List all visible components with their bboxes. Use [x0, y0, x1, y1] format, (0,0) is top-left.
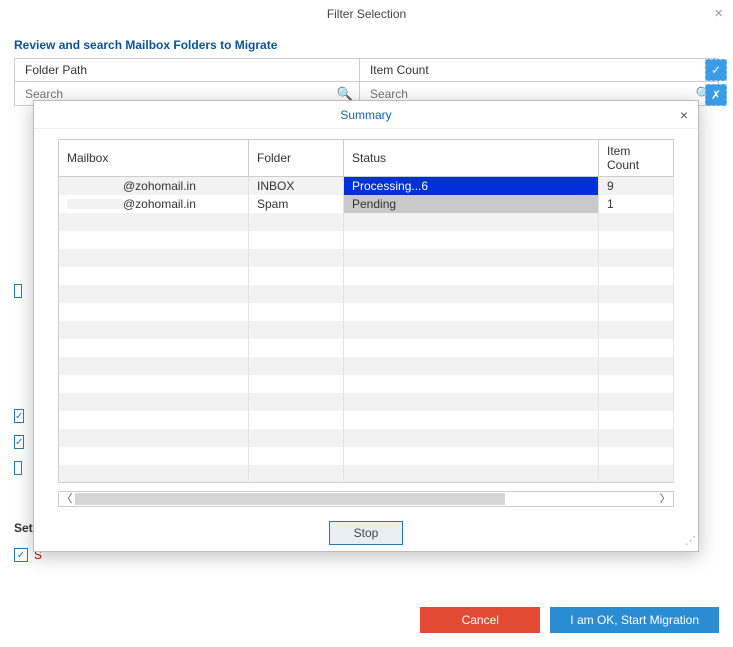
table-row[interactable]	[59, 303, 674, 321]
cancel-button[interactable]: Cancel	[420, 607, 540, 633]
col-item-count[interactable]: Item Count	[599, 140, 674, 177]
dialog-title: Summary	[340, 108, 391, 122]
close-icon[interactable]: ×	[714, 5, 723, 22]
status-text: Pending	[344, 195, 599, 213]
checkbox-s2[interactable]	[14, 548, 28, 562]
stop-button[interactable]: Stop	[329, 521, 403, 545]
table-row[interactable]	[59, 465, 674, 483]
col-mailbox[interactable]: Mailbox	[59, 140, 249, 177]
set-label: Set o	[14, 521, 34, 535]
col-status[interactable]: Status	[344, 140, 599, 177]
col-folder[interactable]: Folder	[249, 140, 344, 177]
mailbox-text: @zohomail.in	[123, 197, 196, 211]
deselect-all-icon[interactable]: ✗	[705, 84, 727, 106]
table-row[interactable]	[59, 285, 674, 303]
folder-text: INBOX	[249, 177, 344, 195]
checkbox-e2[interactable]	[14, 435, 24, 449]
redacted	[67, 182, 123, 192]
summary-table: Mailbox Folder Status Item Count @zohoma…	[58, 139, 674, 483]
status-text: Processing...6	[344, 177, 599, 195]
section-heading: Review and search Mailbox Folders to Mig…	[0, 28, 733, 58]
checkbox-d[interactable]	[14, 284, 22, 298]
table-row[interactable]	[59, 249, 674, 267]
checkbox-s[interactable]	[14, 461, 22, 475]
table-row[interactable]: @zohomail.in SpamPending1	[59, 195, 674, 213]
table-row[interactable]	[59, 393, 674, 411]
window-title: Filter Selection	[327, 7, 406, 21]
table-row[interactable]	[59, 375, 674, 393]
col-item-count[interactable]: Item Count	[359, 59, 718, 82]
filter-table: Folder Path Item Count 🔍 🔍	[14, 58, 719, 106]
item-count-text: 9	[599, 177, 674, 195]
col-folder-path[interactable]: Folder Path	[15, 59, 360, 82]
dialog-close-icon[interactable]: ×	[680, 107, 688, 123]
redacted	[67, 199, 123, 209]
table-row[interactable]	[59, 213, 674, 231]
resize-grip-icon[interactable]: ⋰	[685, 534, 694, 547]
select-all-icon[interactable]: ✓	[705, 59, 727, 81]
checkbox-e1[interactable]	[14, 409, 24, 423]
table-row[interactable]	[59, 429, 674, 447]
table-row[interactable]	[59, 411, 674, 429]
table-row[interactable]	[59, 447, 674, 465]
scroll-thumb[interactable]	[75, 493, 505, 505]
start-migration-button[interactable]: I am OK, Start Migration	[550, 607, 719, 633]
mailbox-text: @zohomail.in	[123, 179, 196, 193]
summary-dialog: Summary × Mailbox Folder Status Item Cou…	[33, 100, 699, 552]
table-row[interactable]	[59, 321, 674, 339]
table-row[interactable]: @zohomail.in INBOXProcessing...69	[59, 177, 674, 195]
table-row[interactable]	[59, 339, 674, 357]
horizontal-scrollbar[interactable]: 〈 〉	[58, 491, 674, 507]
table-row[interactable]	[59, 231, 674, 249]
scroll-left-icon[interactable]: 〈	[59, 492, 75, 506]
table-row[interactable]	[59, 267, 674, 285]
scroll-right-icon[interactable]: 〉	[657, 492, 673, 506]
item-count-text: 1	[599, 195, 674, 213]
folder-text: Spam	[249, 195, 344, 213]
table-row[interactable]	[59, 357, 674, 375]
